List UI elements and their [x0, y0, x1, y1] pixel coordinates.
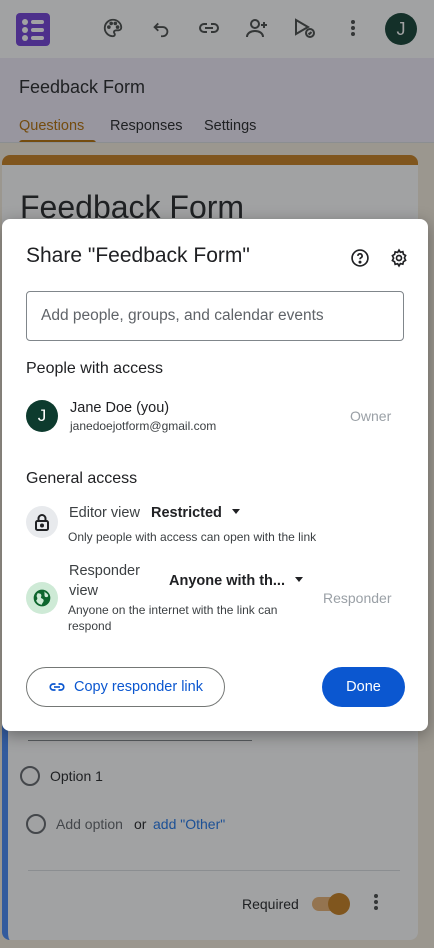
share-dialog-title: Share "Feedback Form"	[26, 244, 250, 267]
responder-view-value: Anyone with th...	[169, 573, 285, 589]
copy-responder-link-label: Copy responder link	[74, 679, 203, 695]
add-people-input[interactable]	[26, 291, 404, 341]
editor-view-label: Editor view	[69, 505, 140, 521]
editor-view-description: Only people with access can open with th…	[68, 530, 317, 544]
responder-view-dropdown[interactable]: Anyone with th...	[169, 573, 303, 589]
editor-view-dropdown[interactable]: Restricted	[151, 505, 240, 521]
lock-icon	[26, 506, 58, 538]
share-dialog: Share "Feedback Form" People with access…	[2, 219, 428, 731]
link-icon	[49, 683, 65, 691]
done-button[interactable]: Done	[322, 667, 405, 707]
copy-responder-link-button[interactable]: Copy responder link	[26, 667, 225, 707]
settings-gear-icon[interactable]	[388, 247, 410, 269]
person-avatar: J	[26, 400, 58, 432]
help-icon[interactable]	[349, 247, 371, 269]
responder-view-label: Responder view	[69, 563, 140, 599]
dropdown-caret-icon	[231, 508, 240, 514]
person-name: Jane Doe (you)	[70, 400, 170, 416]
general-access-heading: General access	[26, 470, 138, 487]
editor-view-value: Restricted	[151, 505, 222, 521]
person-role: Owner	[350, 408, 392, 424]
responder-role: Responder	[323, 590, 392, 606]
person-email: janedoejotform@gmail.com	[70, 419, 217, 433]
people-with-access-heading: People with access	[26, 360, 163, 377]
dropdown-caret-icon	[295, 576, 303, 582]
responder-view-description: Anyone on the internet with the link can…	[68, 603, 278, 633]
globe-icon	[26, 582, 58, 614]
